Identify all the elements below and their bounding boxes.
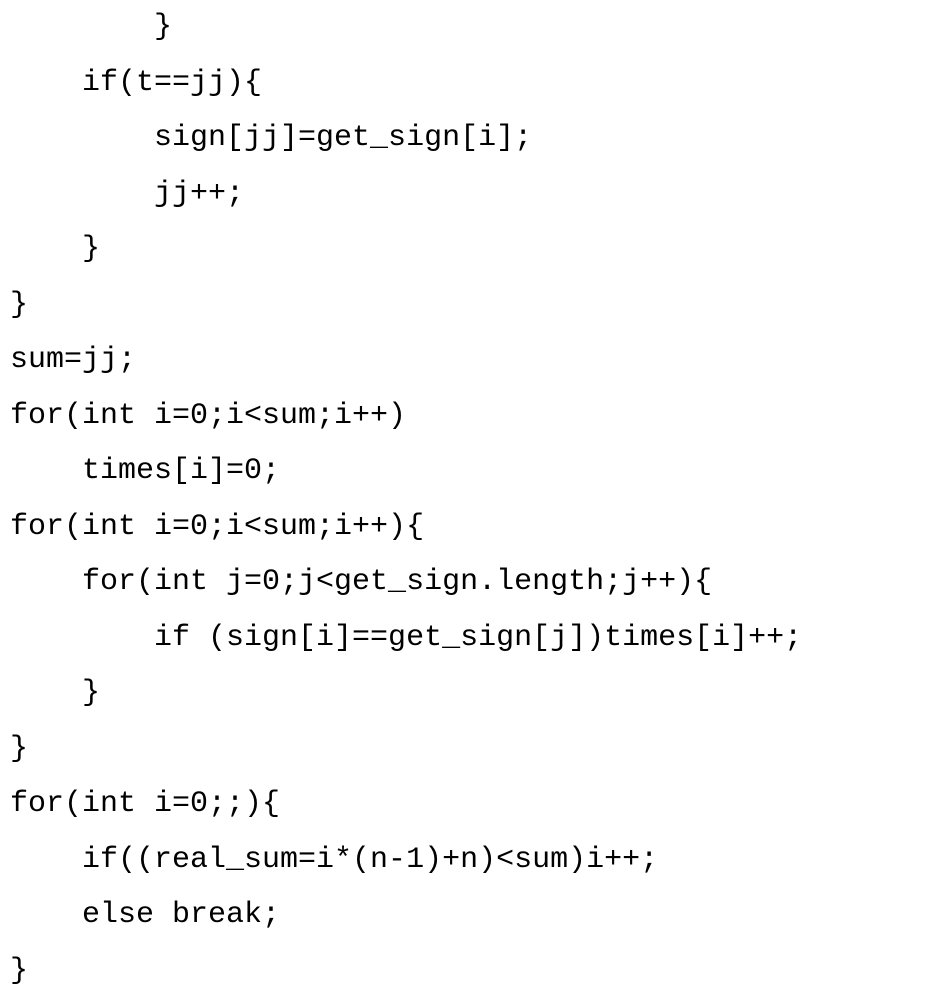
code-block: } if(t==jj){ sign[jj]=get_sign[i]; jj++;… [0, 0, 942, 999]
